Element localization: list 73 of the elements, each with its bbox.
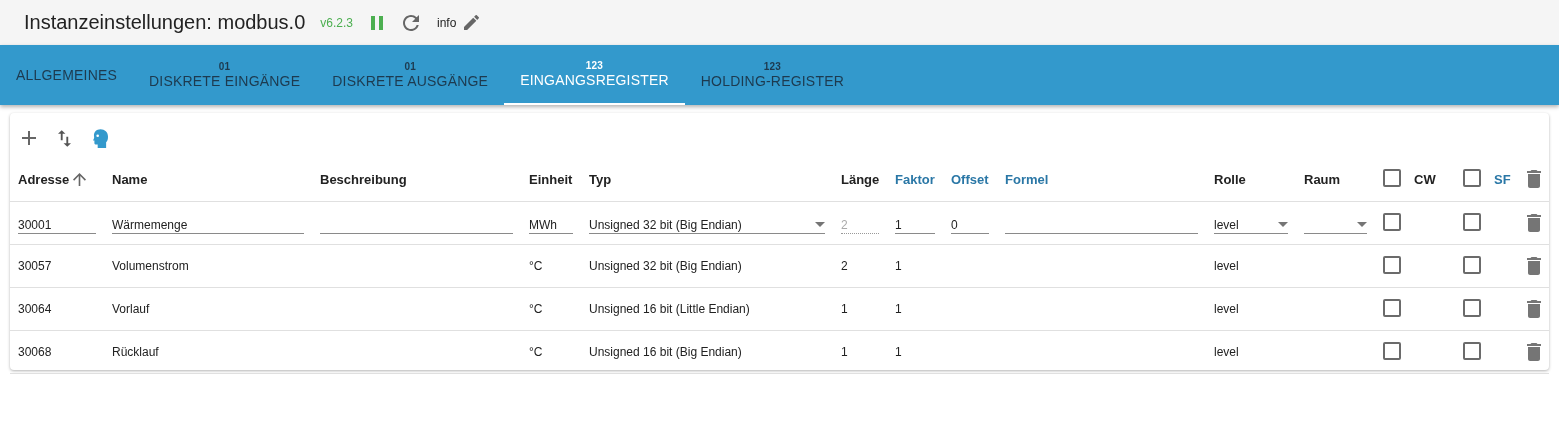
delete-icon[interactable]	[1527, 170, 1541, 188]
table-cell-text: °C	[529, 302, 544, 316]
version-label: v6.2.3	[320, 15, 353, 30]
table-cell-text: 1	[895, 259, 903, 273]
column-header: Formel	[1005, 171, 1049, 187]
checkbox[interactable]	[1383, 255, 1401, 274]
sort-arrows-icon[interactable]	[58, 129, 71, 147]
delete-icon[interactable]	[1527, 257, 1541, 275]
tab[interactable]: ALLGEMEINES	[0, 45, 133, 105]
tab[interactable]: 01 DISKRETE EINGÄNGE	[133, 45, 317, 105]
input-field[interactable]: MWh	[529, 212, 573, 234]
column-header[interactable]: Adresse	[18, 171, 70, 187]
table-cell-text: 1	[841, 345, 849, 359]
checkbox[interactable]	[1463, 255, 1481, 274]
pencil-icon[interactable]	[464, 15, 480, 30]
column-header: Raum	[1304, 171, 1341, 187]
info-label: info	[437, 15, 457, 30]
table-cell-text: level	[1214, 302, 1240, 316]
column-header: CW	[1414, 171, 1436, 187]
caret-icon	[815, 222, 825, 227]
column-header: SF	[1494, 171, 1511, 187]
input-field[interactable]: 0	[951, 212, 989, 234]
checkbox[interactable]	[1463, 212, 1481, 231]
window-title: Instanzeinstellungen: modbus.0	[24, 11, 306, 34]
pause-icon[interactable]	[371, 15, 383, 30]
table-cell-text: 1	[895, 345, 903, 359]
table-cell-text: 30064	[18, 302, 53, 316]
table-cell-text: 30057	[18, 259, 53, 273]
column-header: Name	[112, 171, 148, 187]
column-header: Länge	[841, 171, 880, 187]
column-header: Rolle	[1214, 171, 1246, 187]
delete-icon[interactable]	[1527, 300, 1541, 318]
checkbox[interactable]	[1463, 298, 1481, 317]
type-select[interactable]: Unsigned 32 bit (Big Endian)	[589, 212, 825, 234]
input-field[interactable]: 30001	[18, 212, 96, 234]
checkbox[interactable]	[1383, 212, 1401, 231]
role-select[interactable]: level	[1214, 212, 1288, 234]
column-header: Faktor	[895, 171, 935, 187]
table-cell-text: 1	[895, 302, 903, 316]
delete-icon[interactable]	[1527, 343, 1541, 361]
table-cell-text: level	[1214, 345, 1240, 359]
table-cell-text: level	[1214, 259, 1240, 273]
table-cell-text: Rücklauf	[112, 345, 160, 359]
column-header: Typ	[589, 171, 612, 187]
arrow-up-icon[interactable]	[73, 172, 87, 186]
table-cell-text: Unsigned 16 bit (Little Endian)	[589, 302, 751, 316]
table-cell-text: 30068	[18, 345, 53, 359]
table-cell-text: Unsigned 32 bit (Big Endian)	[589, 259, 743, 273]
table-cell-text: Unsigned 16 bit (Big Endian)	[589, 345, 743, 359]
column-header: Offset	[951, 171, 989, 187]
table-cell-text: Vorlauf	[112, 302, 151, 316]
checkbox[interactable]	[1383, 168, 1401, 187]
table-cell-text: 1	[841, 302, 849, 316]
column-header: Einheit	[529, 171, 573, 187]
table-cell-text: Volumenstrom	[112, 259, 190, 273]
checkbox[interactable]	[1383, 298, 1401, 317]
table-cell-text: 2	[841, 259, 849, 273]
checkbox[interactable]	[1463, 341, 1481, 360]
column-header: Beschreibung	[320, 171, 407, 187]
add-icon[interactable]	[22, 131, 36, 145]
tab[interactable]: 01 DISKRETE AUSGÄNGE	[316, 45, 505, 105]
input-field[interactable]: Wärmemenge	[112, 212, 304, 234]
caret-icon	[1357, 222, 1367, 227]
checkbox[interactable]	[1463, 168, 1481, 187]
checkbox[interactable]	[1383, 341, 1401, 360]
head-icon[interactable]	[93, 128, 108, 148]
input-field[interactable]: 1	[895, 212, 935, 234]
delete-icon[interactable]	[1527, 214, 1541, 232]
table-cell-text: °C	[529, 345, 544, 359]
table-cell-text: °C	[529, 259, 544, 273]
caret-icon	[1278, 222, 1288, 227]
tab[interactable]: 123 HOLDING-REGISTER	[684, 45, 860, 105]
reload-icon[interactable]	[403, 14, 419, 31]
